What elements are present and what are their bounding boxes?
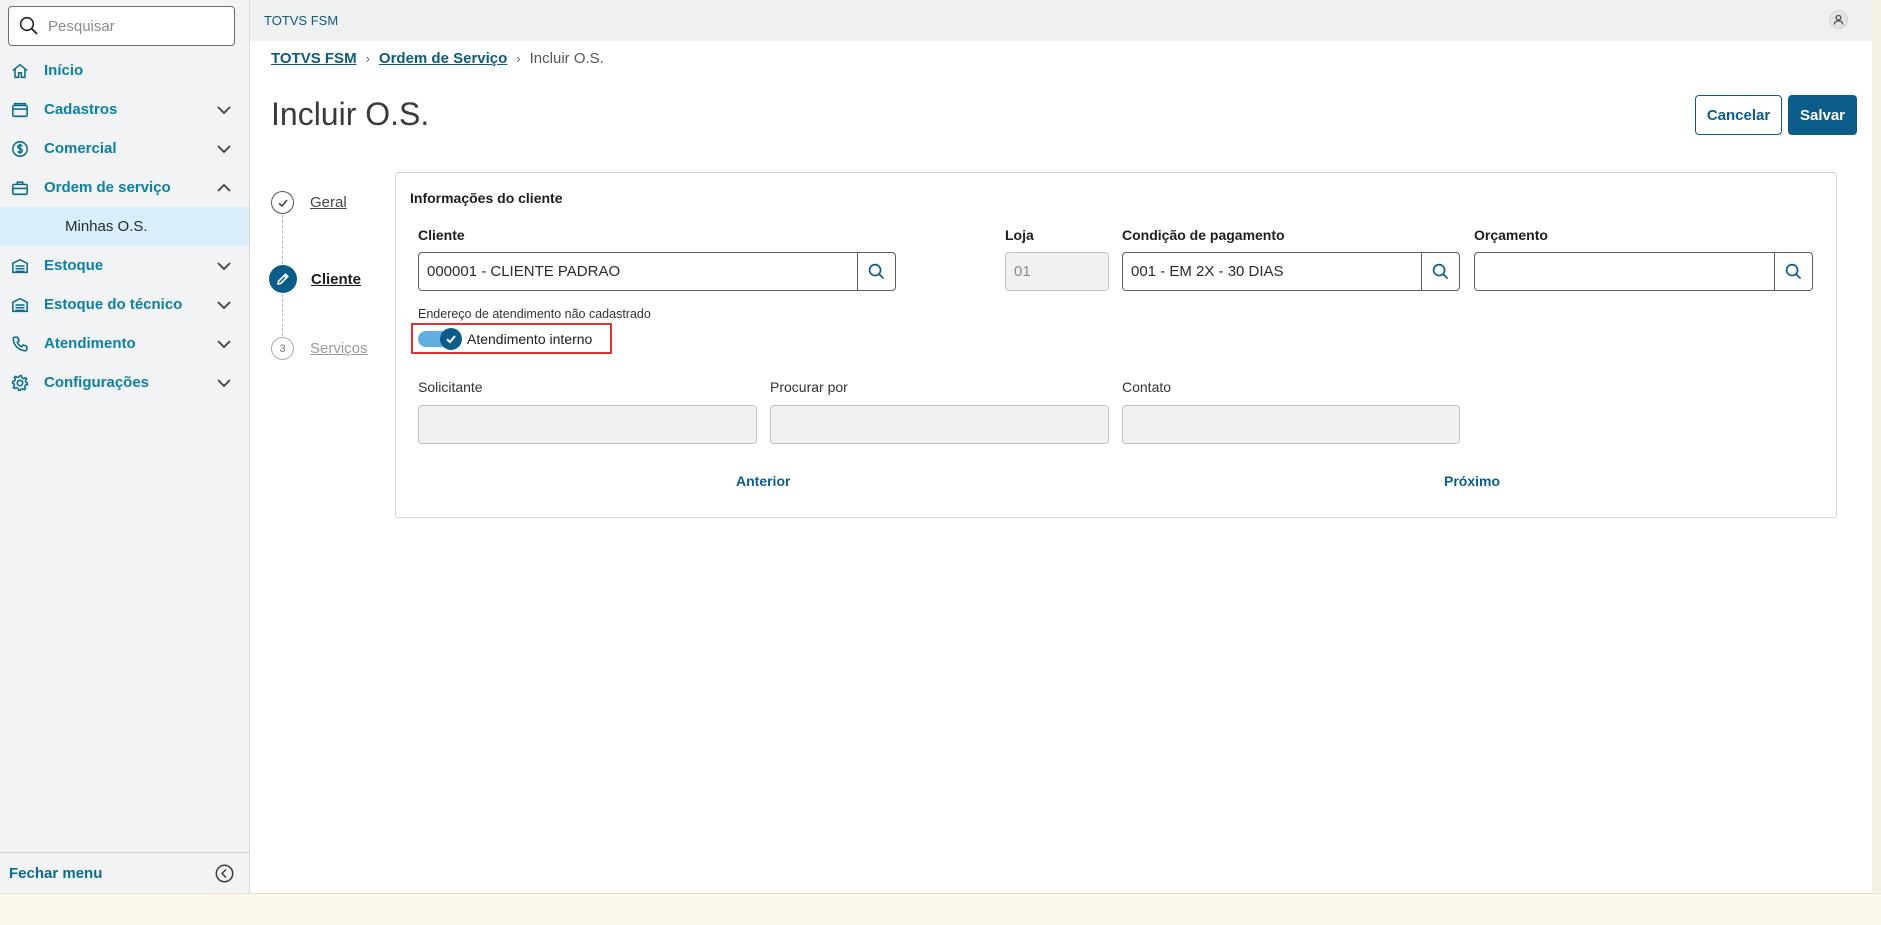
search-icon: [1432, 263, 1449, 280]
breadcrumb-link-home[interactable]: TOTVS FSM: [271, 50, 357, 67]
condicao-value: 001 - EM 2X - 30 DIAS: [1131, 263, 1284, 280]
loja-field: 01: [1005, 252, 1109, 291]
page-title: Incluir O.S.: [271, 96, 430, 132]
sidebar-item-label: Configurações: [44, 374, 150, 391]
pencil-icon: [269, 265, 297, 293]
cliente-value: 000001 - CLIENTE PADRAO: [427, 263, 621, 280]
section-title: Informações do cliente: [410, 190, 563, 206]
next-button[interactable]: Próximo: [1444, 473, 1500, 489]
loja-value: 01: [1014, 263, 1031, 280]
close-menu-bar[interactable]: Fechar menu: [0, 852, 249, 893]
warehouse-icon: [10, 295, 30, 315]
cliente-search-button[interactable]: [857, 253, 895, 290]
internal-service-toggle[interactable]: [418, 327, 462, 350]
search-icon: [19, 16, 38, 35]
bottom-strip: [0, 893, 1881, 925]
solicitante-label: Solicitante: [418, 379, 483, 395]
cancel-button[interactable]: Cancelar: [1695, 95, 1782, 135]
user-avatar-icon[interactable]: [1829, 10, 1848, 29]
dollar-icon: [10, 139, 30, 159]
sidebar-item-inicio[interactable]: Início: [0, 51, 249, 90]
step-label: Cliente: [311, 270, 362, 288]
breadcrumb-link-ordem-servico[interactable]: Ordem de Serviço: [379, 50, 507, 67]
sidebar: Início Cadastros Comercial Ordem de serv…: [0, 0, 250, 893]
condicao-label: Condição de pagamento: [1122, 227, 1285, 243]
client-info-card: Informações do cliente Cliente 000001 - …: [395, 172, 1837, 518]
close-menu-label: Fechar menu: [9, 864, 103, 882]
chevron-up-icon: [216, 180, 232, 196]
check-icon: [440, 327, 462, 350]
phone-icon: [10, 334, 30, 354]
step-geral[interactable]: Geral: [271, 191, 347, 214]
search-box[interactable]: [8, 6, 235, 46]
condicao-field[interactable]: 001 - EM 2X - 30 DIAS: [1122, 252, 1460, 291]
solicitante-field: [418, 405, 757, 444]
breadcrumb-current: Incluir O.S.: [529, 50, 604, 67]
breadcrumb: TOTVS FSM › Ordem de Serviço › Incluir O…: [271, 50, 604, 67]
sidebar-item-label: Cadastros: [44, 101, 118, 118]
step-cliente[interactable]: Cliente: [269, 265, 362, 293]
sidebar-item-label: Ordem de serviço: [44, 179, 171, 196]
step-label: Geral: [310, 194, 347, 211]
contato-label: Contato: [1122, 379, 1172, 395]
orcamento-search-button[interactable]: [1774, 253, 1812, 290]
procurar-por-field: [770, 405, 1109, 444]
chevron-down-icon: [216, 375, 232, 391]
loja-label: Loja: [1005, 227, 1034, 243]
chevron-right-icon: ›: [365, 51, 370, 66]
orcamento-field[interactable]: [1474, 252, 1813, 291]
folder-icon: [10, 100, 30, 120]
chevron-down-icon: [216, 102, 232, 118]
address-hint: Endereço de atendimento não cadastrado: [418, 307, 651, 321]
sidebar-item-label: Atendimento: [44, 335, 136, 352]
sidebar-item-label: Estoque: [44, 257, 104, 274]
sidebar-item-atendimento[interactable]: Atendimento: [0, 324, 249, 363]
sidebar-subitem-label: Minhas O.S.: [65, 218, 148, 235]
main-content: TOTVS FSM › Ordem de Serviço › Incluir O…: [250, 41, 1872, 893]
sidebar-item-cadastros[interactable]: Cadastros: [0, 90, 249, 129]
toggle-label: Atendimento interno: [467, 330, 593, 347]
briefcase-icon: [10, 178, 30, 198]
check-icon: [271, 191, 294, 214]
cliente-label: Cliente: [418, 227, 465, 243]
internal-service-toggle-row: Atendimento interno: [411, 323, 612, 354]
search-icon: [868, 263, 885, 280]
previous-button[interactable]: Anterior: [736, 473, 790, 489]
chevron-down-icon: [216, 297, 232, 313]
warehouse-icon: [10, 256, 30, 276]
search-input[interactable]: [48, 17, 218, 35]
cliente-field[interactable]: 000001 - CLIENTE PADRAO: [418, 252, 896, 291]
chevron-down-icon: [216, 336, 232, 352]
sidebar-item-label: Início: [44, 62, 84, 79]
top-bar: TOTVS FSM: [250, 0, 1872, 41]
chevron-down-icon: [216, 141, 232, 157]
condicao-search-button[interactable]: [1421, 253, 1459, 290]
step-label: Serviços: [310, 340, 368, 357]
sidebar-item-ordem-de-servico[interactable]: Ordem de serviço: [0, 168, 249, 207]
contato-field: [1122, 405, 1460, 444]
sidebar-subitem-minhas-os[interactable]: Minhas O.S.: [0, 207, 249, 246]
sidebar-item-label: Comercial: [44, 140, 117, 157]
stepper-connector: [282, 215, 283, 264]
search-icon: [1785, 263, 1802, 280]
procurar-por-label: Procurar por: [770, 379, 848, 395]
chevron-down-icon: [216, 258, 232, 274]
sidebar-item-label: Estoque do técnico: [44, 296, 183, 313]
collapse-menu-icon[interactable]: [215, 864, 234, 883]
step-servicos[interactable]: 3 Serviços: [271, 337, 368, 360]
stepper: Geral Cliente 3 Serviços: [269, 191, 371, 441]
save-button[interactable]: Salvar: [1788, 95, 1857, 135]
sidebar-item-estoque[interactable]: Estoque: [0, 246, 249, 285]
sidebar-item-estoque-do-tecnico[interactable]: Estoque do técnico: [0, 285, 249, 324]
app-name: TOTVS FSM: [264, 13, 339, 28]
orcamento-label: Orçamento: [1474, 227, 1548, 243]
sidebar-nav: Início Cadastros Comercial Ordem de serv…: [0, 51, 249, 402]
home-icon: [10, 61, 30, 81]
sidebar-item-comercial[interactable]: Comercial: [0, 129, 249, 168]
chevron-right-icon: ›: [516, 51, 521, 66]
step-number: 3: [271, 337, 294, 360]
sidebar-item-configuracoes[interactable]: Configurações: [0, 363, 249, 402]
gear-icon: [10, 373, 30, 393]
